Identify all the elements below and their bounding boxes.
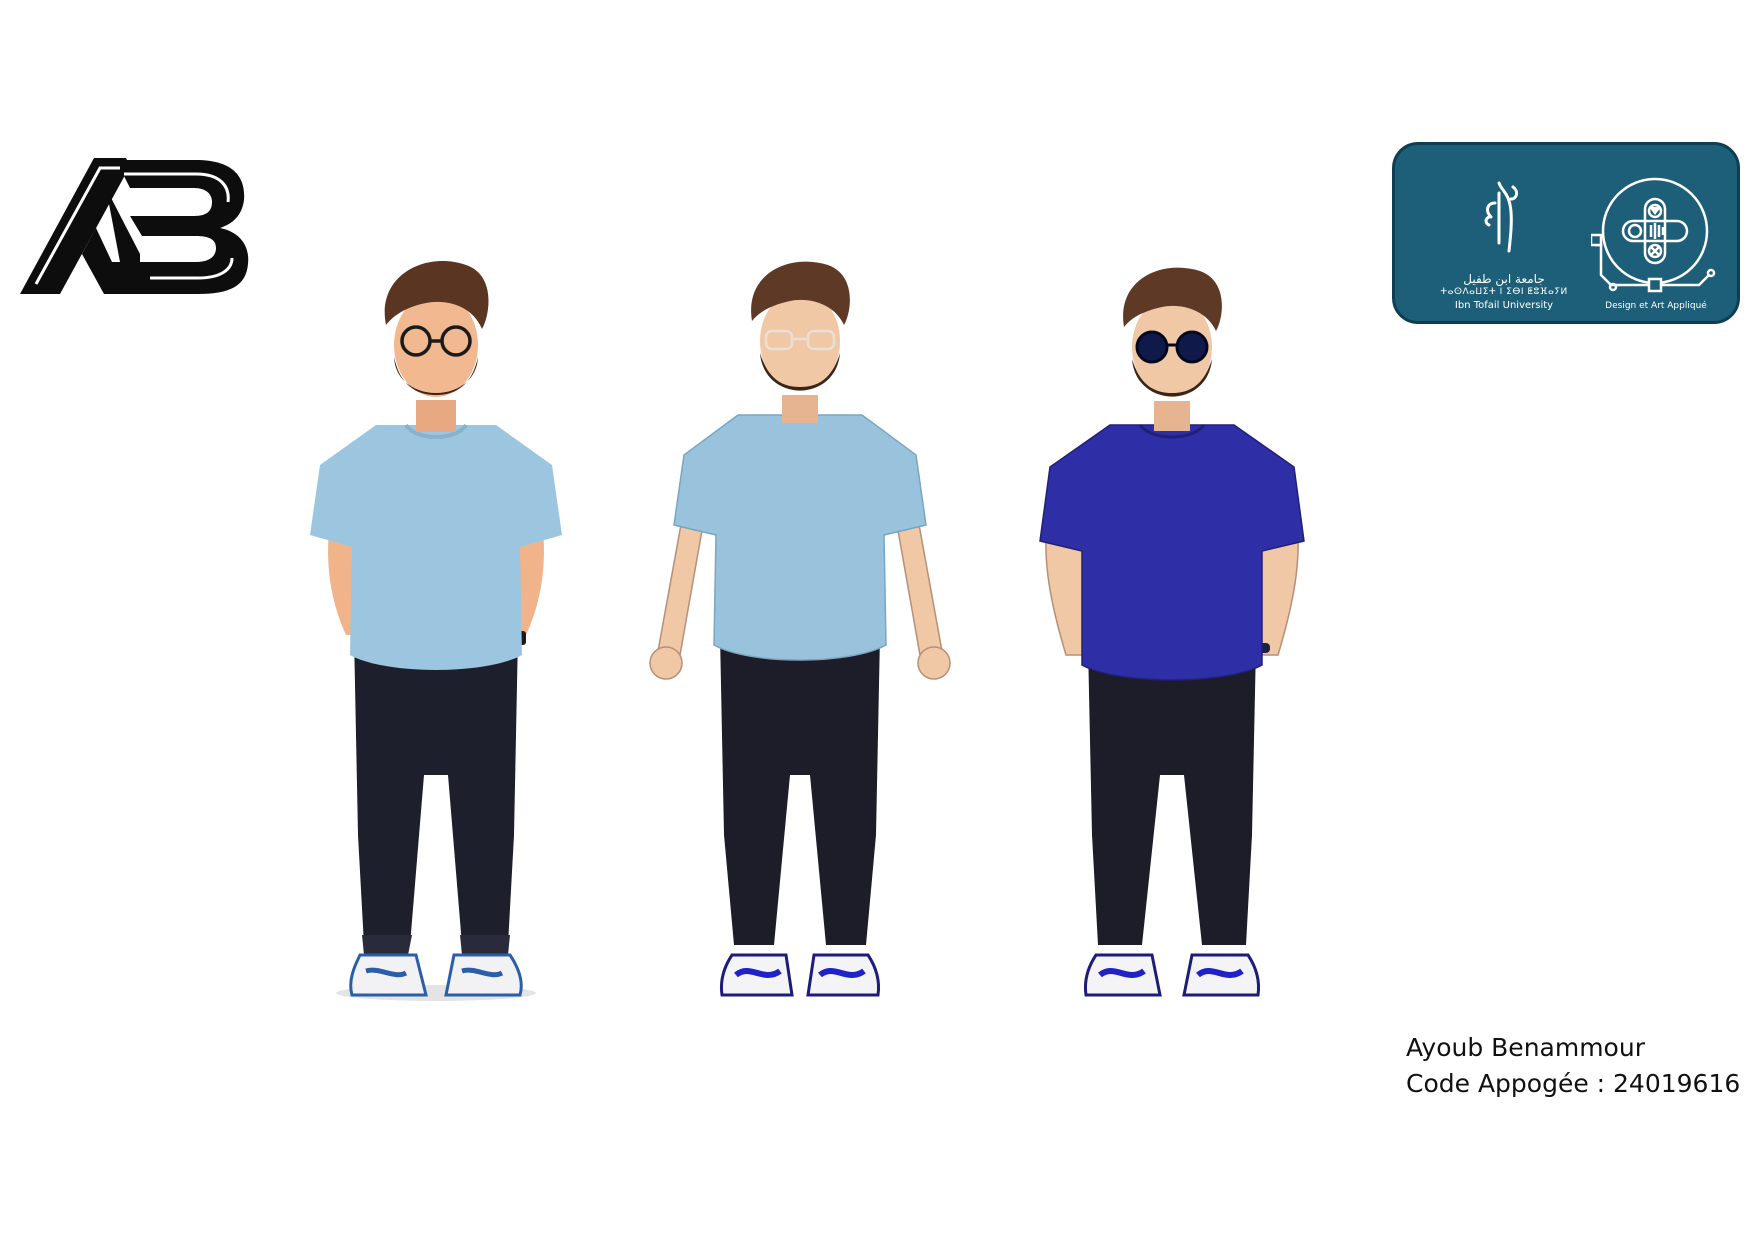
ibn-tofail-logo: جامعة ابن طفيل ⵜⴰⵙⴷⴰⵡⵉⵜ ⵏ ⵉⴱⵏ ⵟⵓⴼⴰⵢⵍ Ibn… [1429, 173, 1579, 311]
department-name: Design et Art Appliqué [1605, 301, 1707, 311]
university-arabic-name: جامعة ابن طفيل [1463, 272, 1545, 286]
calligraphy-icon [1484, 181, 1519, 253]
character-figure-realistic [310, 261, 562, 1001]
logo-letters: AB [20, 158, 22, 159]
ab-logo: AB [20, 158, 249, 294]
character-figure-vector-sunglasses [1039, 267, 1305, 997]
appogee-code: Code Appogée : 24019616 [1406, 1069, 1741, 1098]
university-badge: جامعة ابن طفيل ⵜⴰⵙⴷⴰⵡⵉⵜ ⵏ ⵉⴱⵏ ⵟⵓⴼⴰⵢⵍ Ibn… [1392, 142, 1740, 324]
game-controller-icon [1589, 177, 1716, 293]
author-name: Ayoub Benammour [1406, 1033, 1645, 1062]
author-caption: Ayoub Benammour Code Appogée : 24019616 [1406, 1030, 1740, 1102]
university-tifinagh-name: ⵜⴰⵙⴷⴰⵡⵉⵜ ⵏ ⵉⴱⵏ ⵟⵓⴼⴰⵢⵍ [1440, 287, 1568, 297]
character-figure-vector-clear-glasses [649, 261, 951, 997]
university-english-name: Ibn Tofail University [1454, 300, 1554, 311]
design-dept-logo: Design et Art Appliqué [1589, 165, 1721, 315]
